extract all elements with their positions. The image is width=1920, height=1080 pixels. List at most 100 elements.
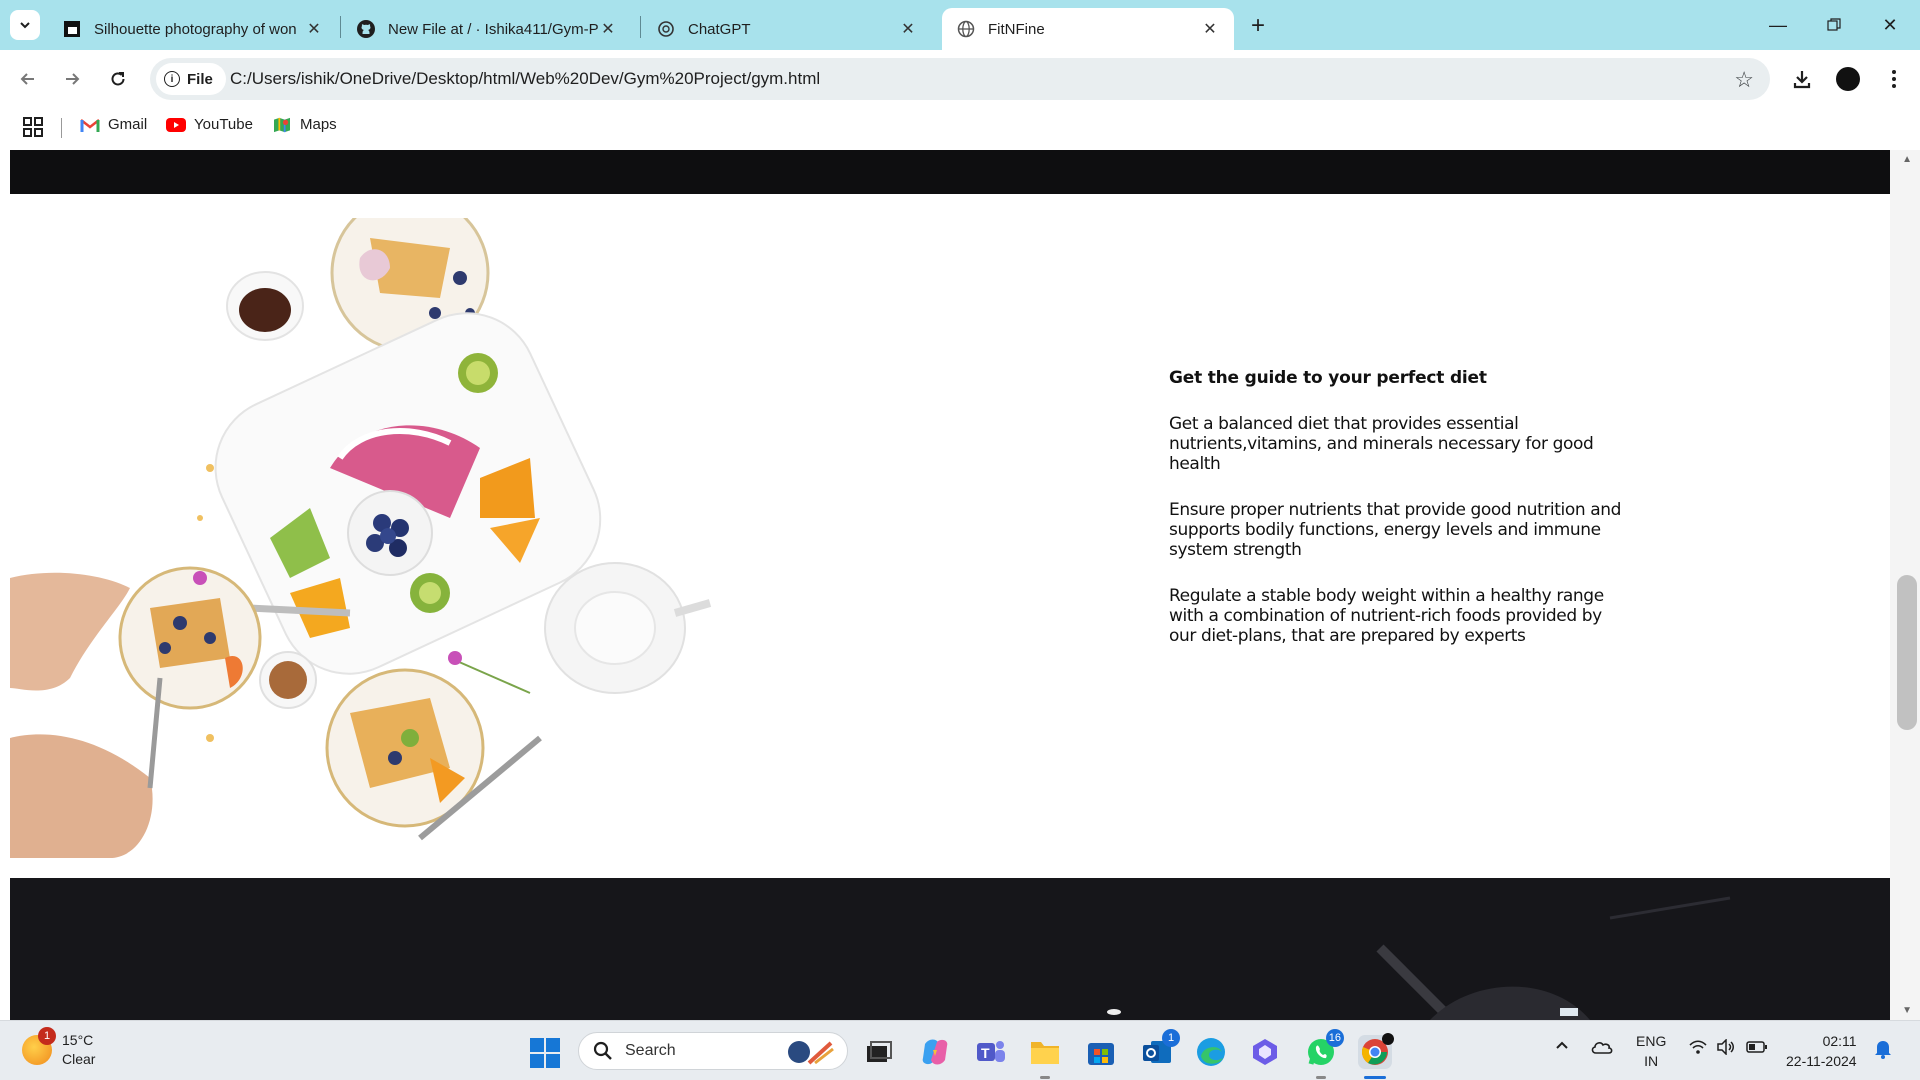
wifi-icon[interactable] (1688, 1039, 1708, 1058)
close-icon[interactable]: ✕ (1200, 19, 1220, 39)
copilot-app-icon[interactable] (1248, 1035, 1282, 1069)
close-icon[interactable]: ✕ (598, 19, 618, 39)
browser-toolbar: i File C:/Users/ishik/OneDrive/Desktop/h… (0, 50, 1920, 108)
weather-badge: 1 (38, 1027, 56, 1045)
volume-icon[interactable] (1716, 1038, 1736, 1058)
diet-guide-section: Get the guide to your perfect diet Get a… (1169, 368, 1629, 672)
arrow-left-icon (20, 73, 34, 85)
address-bar[interactable]: i File C:/Users/ishik/OneDrive/Desktop/h… (150, 58, 1770, 100)
minimize-button[interactable]: — (1750, 0, 1806, 50)
running-indicator (1040, 1076, 1050, 1079)
bookmark-gmail[interactable]: Gmail (80, 116, 147, 133)
tab-title: Silhouette photography of won (94, 20, 297, 38)
site-info-chip[interactable]: i File (156, 63, 226, 95)
region-label: IN (1644, 1053, 1659, 1069)
search-placeholder: Search (625, 1042, 676, 1059)
weather-widget[interactable]: 1 15°C Clear (22, 1027, 96, 1069)
apps-grid-icon[interactable] (22, 116, 44, 138)
task-view-icon[interactable] (862, 1035, 896, 1069)
whatsapp-badge: 16 (1325, 1029, 1344, 1047)
url-text[interactable]: C:/Users/ishik/OneDrive/Desktop/html/Web… (230, 69, 820, 89)
back-button[interactable] (12, 63, 44, 95)
diet-paragraph: Regulate a stable body weight within a h… (1169, 586, 1604, 646)
weather-temperature: 15°C (62, 1032, 94, 1048)
close-icon[interactable]: ✕ (304, 19, 324, 39)
copilot-icon[interactable] (918, 1035, 952, 1069)
running-indicator (1316, 1076, 1326, 1079)
taskbar-search-box[interactable]: Search (578, 1032, 848, 1070)
search-highlight-icon (788, 1041, 834, 1065)
reload-button[interactable] (102, 63, 134, 95)
next-section-background (10, 878, 1890, 1020)
notification-bell-icon[interactable] (1874, 1039, 1892, 1062)
onedrive-cloud-icon[interactable] (1590, 1039, 1614, 1058)
tab-fitnfine[interactable]: FitNFine ✕ (942, 8, 1234, 50)
hero-section-bottom (10, 150, 1890, 194)
tab-github[interactable]: New File at / · Ishika411/Gym-P ✕ (342, 8, 632, 50)
scroll-up-arrow-icon[interactable]: ▲ (1902, 154, 1912, 165)
avatar (1836, 67, 1860, 91)
site-chip-label: File (187, 70, 213, 88)
search-icon (593, 1041, 612, 1060)
file-explorer-icon[interactable] (1028, 1035, 1062, 1079)
tab-title: ChatGPT (688, 20, 751, 38)
diet-paragraph: Get a balanced diet that provides essent… (1169, 414, 1594, 474)
teams-icon[interactable]: T (974, 1035, 1008, 1069)
restore-button[interactable] (1806, 0, 1862, 50)
battery-icon[interactable] (1746, 1040, 1768, 1057)
github-icon (356, 19, 376, 39)
clock-time: 02:11 (1822, 1033, 1857, 1049)
globe-icon (956, 19, 976, 39)
bookmarks-bar: Gmail YouTube Maps (0, 108, 1920, 150)
close-icon[interactable]: ✕ (898, 19, 918, 39)
arrow-right-icon (66, 73, 80, 85)
clock-date: 22-11-2024 (1786, 1053, 1857, 1069)
close-window-button[interactable]: ✕ (1862, 0, 1918, 50)
tab-chatgpt[interactable]: ChatGPT ✕ (642, 8, 932, 50)
whatsapp-icon[interactable]: 16 (1304, 1029, 1344, 1079)
microsoft-store-icon[interactable] (1084, 1035, 1118, 1069)
chrome-icon[interactable] (1358, 1033, 1394, 1079)
windows-start-icon[interactable] (530, 1038, 560, 1068)
gmail-icon (80, 118, 100, 132)
download-icon (1793, 71, 1811, 89)
bookmark-label: Gmail (108, 116, 148, 133)
edge-icon[interactable] (1194, 1035, 1228, 1069)
tab-silhouette[interactable]: Silhouette photography of won ✕ (48, 8, 338, 50)
reload-icon (111, 72, 125, 86)
downloads-button[interactable] (1786, 63, 1818, 95)
diet-food-image (10, 218, 870, 858)
profile-button[interactable] (1832, 63, 1864, 95)
tab-divider (340, 16, 341, 38)
bookmark-label: YouTube (194, 116, 253, 133)
page-viewport: Get the guide to your perfect diet Get a… (0, 150, 1920, 1020)
outlook-badge: 1 (1162, 1029, 1180, 1047)
weather-condition: Clear (62, 1051, 96, 1067)
language-label: ENG (1636, 1033, 1667, 1049)
forward-button[interactable] (56, 63, 88, 95)
diet-heading: Get the guide to your perfect diet (1169, 368, 1487, 388)
tab-title: FitNFine (988, 20, 1045, 38)
bookmark-star-icon[interactable]: ☆ (1734, 67, 1754, 93)
scrollbar-thumb[interactable] (1897, 575, 1917, 730)
bookmark-label: Maps (300, 116, 337, 133)
bookmark-maps[interactable]: Maps (272, 116, 337, 133)
scroll-down-arrow-icon[interactable]: ▼ (1902, 1005, 1912, 1016)
menu-button[interactable] (1878, 63, 1910, 95)
tab-search-button[interactable] (10, 10, 40, 40)
outlook-icon[interactable]: 1 (1140, 1029, 1180, 1069)
windows-taskbar: 1 15°C Clear Search T 1 16 ENG IN 02:11 … (0, 1020, 1920, 1080)
info-icon: i (164, 71, 180, 87)
bookmark-youtube[interactable]: YouTube (166, 116, 253, 133)
language-indicator[interactable]: ENG IN (1636, 1031, 1666, 1071)
new-tab-button[interactable]: + (1244, 12, 1272, 40)
tab-divider (640, 16, 641, 38)
chevron-down-icon (20, 22, 30, 29)
running-indicator (1364, 1076, 1386, 1079)
diet-paragraph: Ensure proper nutrients that provide goo… (1169, 500, 1621, 560)
page-scrollbar[interactable]: ▲ ▼ (1890, 150, 1920, 1020)
show-hidden-icons-chevron-up-icon[interactable] (1554, 1037, 1570, 1056)
bookmarks-divider (61, 118, 62, 138)
system-clock[interactable]: 02:11 22-11-2024 (1786, 1031, 1857, 1071)
image-icon (62, 19, 82, 39)
